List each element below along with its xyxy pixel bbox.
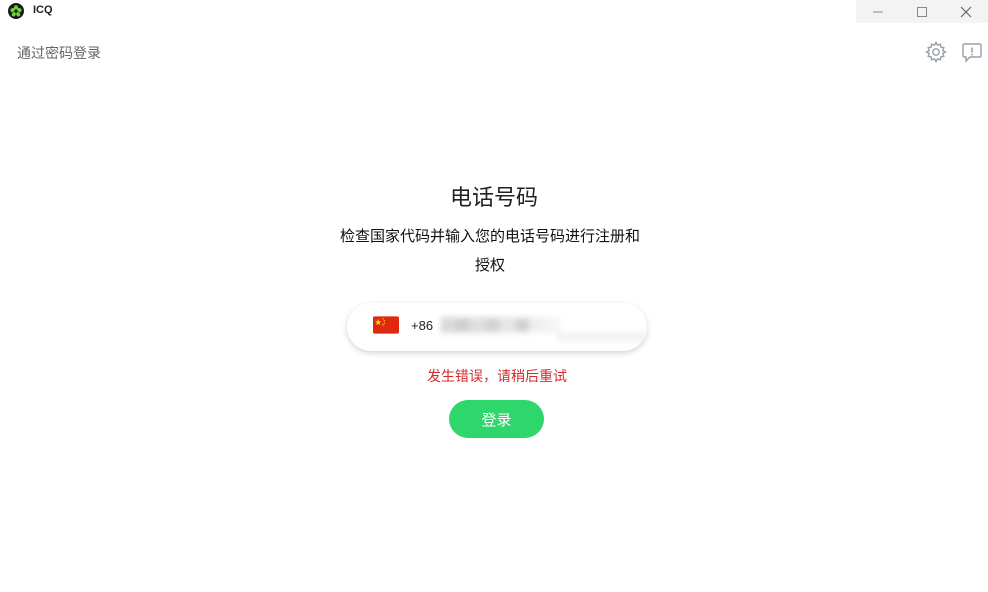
minimize-button[interactable] <box>856 0 900 23</box>
phone-input-container: +86 <box>347 303 647 351</box>
page-subtitle: 检查国家代码并输入您的电话号码进行注册和授权 <box>340 227 641 274</box>
icq-logo-icon <box>8 3 24 19</box>
error-message: 发生错误，请稍后重试 <box>427 369 567 385</box>
gear-icon <box>924 40 948 64</box>
window-controls <box>856 0 988 23</box>
maximize-button[interactable] <box>900 0 944 23</box>
maximize-icon <box>917 6 927 17</box>
app-title: ICQ <box>33 4 53 16</box>
title-bar: ICQ <box>0 0 988 23</box>
close-button[interactable] <box>944 0 988 23</box>
minimize-icon <box>873 11 883 12</box>
country-code[interactable]: +86 <box>411 318 433 333</box>
page-title: 电话号码 <box>449 186 538 211</box>
settings-button[interactable] <box>924 40 948 64</box>
login-button[interactable]: 登录 <box>449 400 544 438</box>
feedback-button[interactable] <box>960 40 984 64</box>
close-icon <box>960 6 972 17</box>
feedback-icon <box>962 43 982 63</box>
phone-number-input[interactable] <box>437 311 637 343</box>
top-icons <box>924 40 984 64</box>
china-flag-icon[interactable] <box>373 316 399 334</box>
password-login-link[interactable]: 通过密码登录 <box>17 43 101 63</box>
